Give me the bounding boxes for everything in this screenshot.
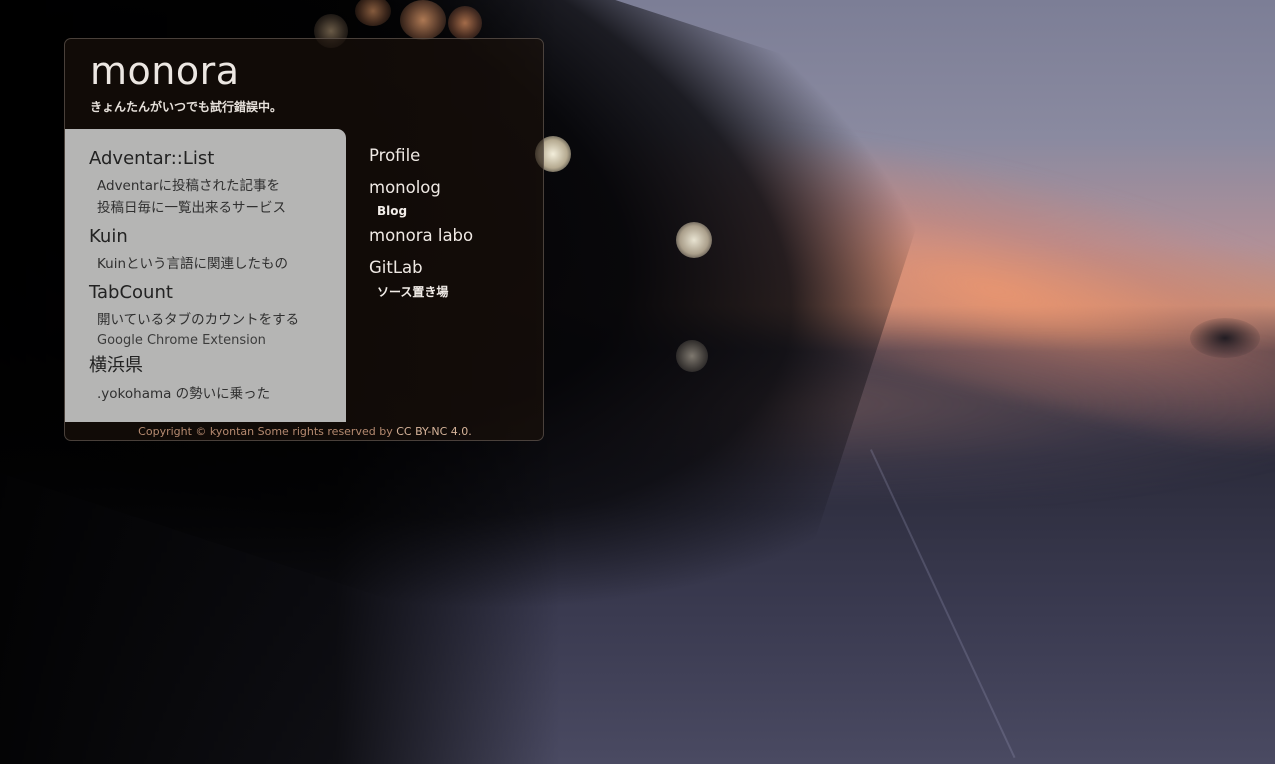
nav-sub-blog: Blog [377,204,408,218]
nav-link-profile[interactable]: Profile [369,146,420,166]
nav-link-gitlab[interactable]: GitLab [369,258,423,278]
project-desc: 投稿日毎に一覧出来るサービス [97,200,286,216]
nav-link-monora-labo[interactable]: monora labo [369,226,473,246]
project-desc: Adventarに投稿された記事を [97,178,281,194]
projects-card: Adventar::List Adventarに投稿された記事を 投稿日毎に一覧… [65,129,346,422]
site-subtitle: きょんたんがいつでも試行錯誤中。 [90,100,283,114]
project-title-yokohama[interactable]: 横浜県 [89,355,143,377]
project-desc: Kuinという言語に関連したもの [97,256,289,272]
project-title-adventar-list[interactable]: Adventar::List [89,148,214,170]
project-title-kuin[interactable]: Kuin [89,226,128,248]
nav-sub-source: ソース置き場 [377,285,449,299]
project-desc: Google Chrome Extension [97,333,266,348]
project-desc: .yokohama の勢いに乗った [97,386,271,402]
nav-link-monolog[interactable]: monolog [369,178,441,198]
copyright-text: Copyright © kyontan Some rights reserved… [138,425,393,438]
main-panel: monora きょんたんがいつでも試行錯誤中。 Adventar::List A… [64,38,544,441]
footer: Copyright © kyontan Some rights reserved… [65,422,543,440]
site-title[interactable]: monora [90,47,240,95]
project-title-tabcount[interactable]: TabCount [89,282,173,304]
license-link[interactable]: CC BY-NC 4.0. [396,425,472,438]
project-desc: 開いているタブのカウントをする [97,312,300,328]
